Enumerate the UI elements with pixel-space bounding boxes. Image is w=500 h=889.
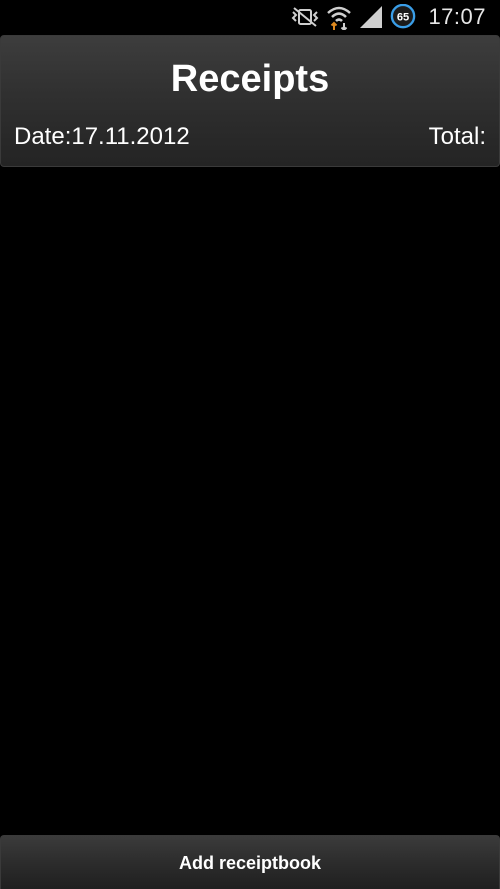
add-receiptbook-button[interactable]: Add receiptbook (0, 835, 500, 889)
page-title: Receipts (170, 58, 330, 100)
wifi-icon (327, 6, 351, 30)
receipts-header: Receipts Date:17.11.2012 Total: (0, 35, 500, 167)
app-screen: 65 17:07 Receipts Date:17.11.2012 Total:… (0, 0, 500, 889)
vibrate-mute-icon (291, 7, 319, 27)
date-label: Date:17.11.2012 (14, 123, 190, 150)
signal-icon (360, 6, 382, 28)
status-bar: 65 17:07 (0, 0, 500, 33)
total-label: Total: (428, 123, 486, 150)
receipts-list (0, 167, 500, 831)
status-time: 17:07 (428, 4, 486, 29)
battery-level-text: 65 (397, 12, 409, 24)
battery-icon: 65 (390, 4, 416, 29)
